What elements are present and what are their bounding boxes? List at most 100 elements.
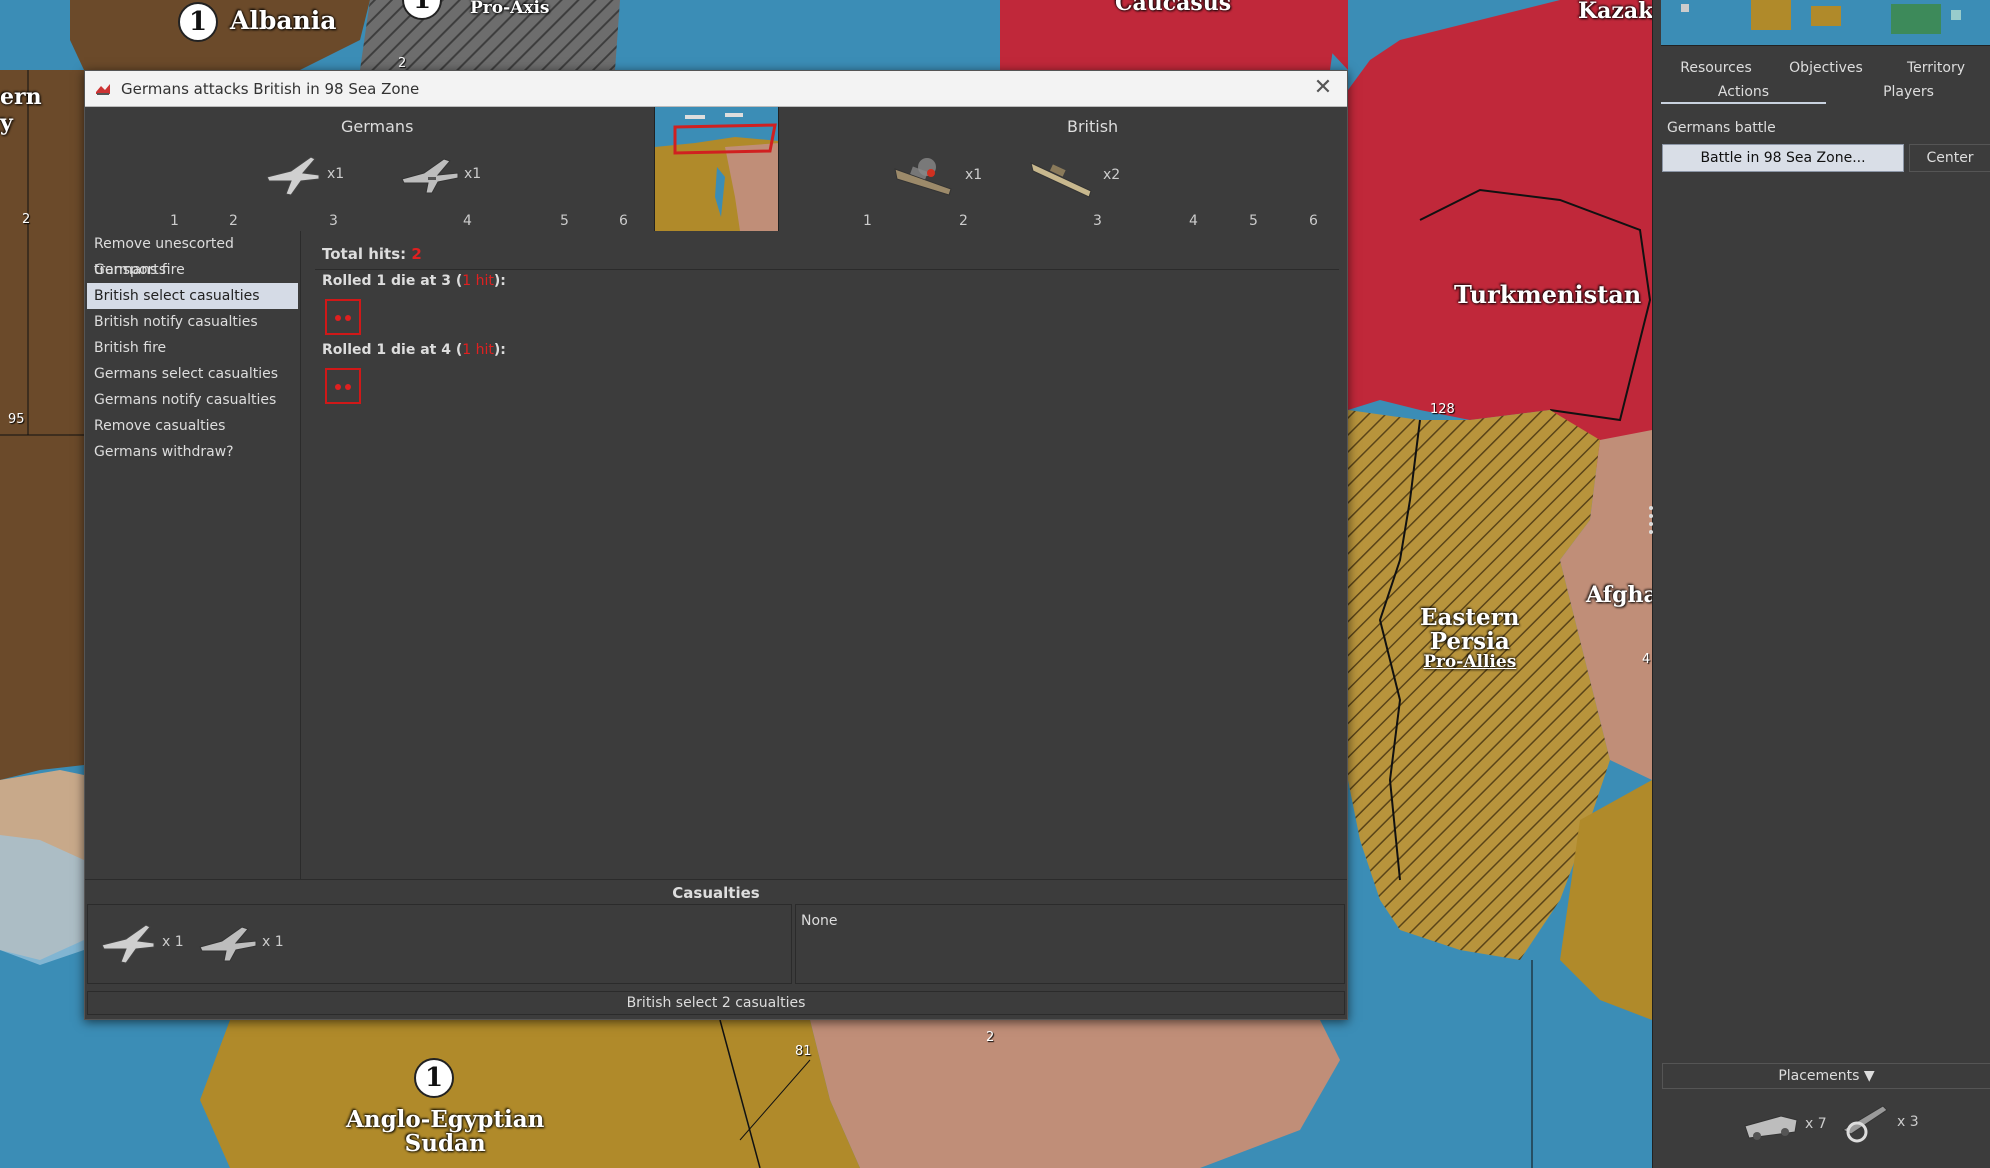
sea-zone-number: 128 xyxy=(1430,402,1455,417)
attacker-unit: x1 xyxy=(398,149,481,199)
unit-count: x 3 xyxy=(1897,1114,1919,1130)
tab-actions[interactable]: Actions xyxy=(1661,80,1826,104)
battle-step[interactable]: Germans notify casualties xyxy=(87,387,298,413)
panel-splitter-handle[interactable] xyxy=(1649,502,1655,538)
total-hits: Total hits: 2 xyxy=(322,245,422,263)
results-divider xyxy=(315,269,1339,270)
defender-unit: x2 xyxy=(1029,149,1120,201)
placements-toggle[interactable]: Placements ▼ xyxy=(1662,1063,1990,1089)
sudan-production-circle: 1 xyxy=(414,1058,454,1098)
battle-steps-list: Remove unescorted transports Germans fir… xyxy=(85,231,301,879)
tab-objectives[interactable]: Objectives xyxy=(1771,56,1881,80)
battle-step[interactable]: Remove casualties xyxy=(87,413,298,439)
territory-label-albania: Albania xyxy=(230,6,337,35)
territory-label-y: y xyxy=(0,110,13,136)
die-label: 1 xyxy=(863,213,872,229)
battle-status-bar: British select 2 casualties xyxy=(87,991,1345,1015)
battle-step[interactable]: Germans select casualties xyxy=(87,361,298,387)
battle-section-label: Germans battle xyxy=(1667,120,1776,136)
defender-casualties-text: None xyxy=(801,913,838,929)
roll-hit: 1 hit xyxy=(462,273,494,289)
casualties-section: Casualties x 1 x 1 None xyxy=(85,879,1347,989)
roll-suffix: ): xyxy=(493,342,506,358)
battle-step-selected[interactable]: British select casualties xyxy=(87,283,298,309)
panel-tabs-row1: Resources Objectives Territory xyxy=(1661,56,1990,80)
tab-resources[interactable]: Resources xyxy=(1661,56,1771,80)
battle-dialog: Germans attacks British in 98 Sea Zone ✕… xyxy=(84,70,1348,1020)
unit-count: x2 xyxy=(1103,167,1121,183)
die-label: 4 xyxy=(1189,213,1198,229)
territory-label-kazakh: Kazak xyxy=(1578,0,1652,24)
unit-count: x1 xyxy=(965,167,983,183)
die-label: 4 xyxy=(463,213,472,229)
unit-count: x 1 xyxy=(162,934,184,950)
unit-stack-count: 4 xyxy=(1642,652,1651,667)
attacker-casualties: x 1 x 1 xyxy=(87,904,792,984)
roll-suffix: ): xyxy=(493,273,506,289)
territory-label-pro-allies: Pro-Allies xyxy=(1423,652,1517,673)
roll-prefix: Rolled 1 die at 4 ( xyxy=(322,342,463,358)
territory-label-eastern-persia: Eastern Persia Pro-Allies xyxy=(1420,604,1520,673)
roll-line: Rolled 1 die at 4 (1 hit): xyxy=(322,342,506,358)
territory-label-ern: ern xyxy=(0,84,42,110)
tactical-bomber-icon xyxy=(199,926,257,962)
unit-stack-count: 2 xyxy=(986,1030,995,1045)
close-icon[interactable]: ✕ xyxy=(1311,77,1335,99)
die-label: 2 xyxy=(229,213,238,229)
defender-casualties: None xyxy=(795,904,1345,984)
unit-count: x1 xyxy=(464,166,482,182)
dice-results: Total hits: 2 Rolled 1 die at 3 (1 hit):… xyxy=(305,231,1345,879)
minimap[interactable] xyxy=(1661,0,1990,46)
territory-label-pro-axis: Pro-Axis xyxy=(470,0,550,18)
unit-stack-count: 2 xyxy=(22,212,31,227)
battle-sides: Germans x1 x1 1 2 3 4 5 6 British x1 x2 … xyxy=(85,107,1347,231)
side-panel: Resources Objectives Territory Actions P… xyxy=(1652,0,1990,1168)
battle-step[interactable]: British fire xyxy=(87,335,298,361)
territory-label-caucasus: Caucasus xyxy=(1115,0,1232,16)
roll-line: Rolled 1 die at 3 (1 hit): xyxy=(322,273,506,289)
battle-step[interactable]: British notify casualties xyxy=(87,309,298,335)
battle-button[interactable]: Battle in 98 Sea Zone... xyxy=(1662,144,1904,172)
die-label: 3 xyxy=(1093,213,1102,229)
sea-zone-number: 95 xyxy=(8,412,25,427)
unit-count: x1 xyxy=(327,166,345,182)
die-label: 5 xyxy=(560,213,569,229)
territory-label-sudan: Sudan xyxy=(404,1130,486,1158)
dialog-title: Germans attacks British in 98 Sea Zone xyxy=(121,79,420,98)
attacker-name: Germans xyxy=(341,117,414,136)
sea-zone-number: 81 xyxy=(795,1044,812,1059)
center-button[interactable]: Center xyxy=(1909,144,1990,172)
placement-unit: x 7 xyxy=(1741,1104,1827,1144)
albania-production-circle: 1 xyxy=(178,2,218,42)
casualty-unit: x 1 xyxy=(96,917,184,967)
territory-label-afghanistan: Afgha xyxy=(1586,582,1652,608)
battle-step[interactable]: Germans withdraw? xyxy=(87,439,298,465)
defender-name: British xyxy=(1067,117,1119,136)
tab-territory[interactable]: Territory xyxy=(1881,56,1990,80)
defender-unit: x1 xyxy=(891,149,982,201)
die-face-icon xyxy=(325,299,361,335)
unit-stack-count: 2 xyxy=(398,56,407,71)
casualty-unit: x 1 xyxy=(196,917,284,967)
territory-label-eastern: Eastern xyxy=(1420,604,1520,631)
halftrack-icon xyxy=(1744,1115,1798,1140)
die-label: 1 xyxy=(170,213,179,229)
territory-label-anglo-egyptian: Anglo-Egyptian xyxy=(346,1106,545,1133)
battle-step[interactable]: Remove unescorted transports xyxy=(87,231,298,278)
territory-label-turkmenistan: Turkmenistan xyxy=(1454,280,1642,309)
unit-count: x 1 xyxy=(262,934,284,950)
dialog-title-bar[interactable]: Germans attacks British in 98 Sea Zone ✕ xyxy=(85,71,1347,107)
battle-location-thumbnail xyxy=(654,107,779,231)
die-label: 6 xyxy=(1309,213,1318,229)
die-label: 5 xyxy=(1249,213,1258,229)
unit-count: x 7 xyxy=(1805,1116,1827,1132)
roll-prefix: Rolled 1 die at 3 ( xyxy=(322,273,463,289)
damaged-battleship-icon xyxy=(894,158,952,196)
tab-players[interactable]: Players xyxy=(1826,80,1990,104)
panel-tabs-row2: Actions Players xyxy=(1661,80,1990,104)
battle-step[interactable]: Germans fire xyxy=(87,257,298,283)
artillery-icon xyxy=(1841,1105,1888,1143)
roll-hit: 1 hit xyxy=(462,342,494,358)
total-hits-value: 2 xyxy=(411,245,422,263)
app-icon xyxy=(96,83,110,95)
